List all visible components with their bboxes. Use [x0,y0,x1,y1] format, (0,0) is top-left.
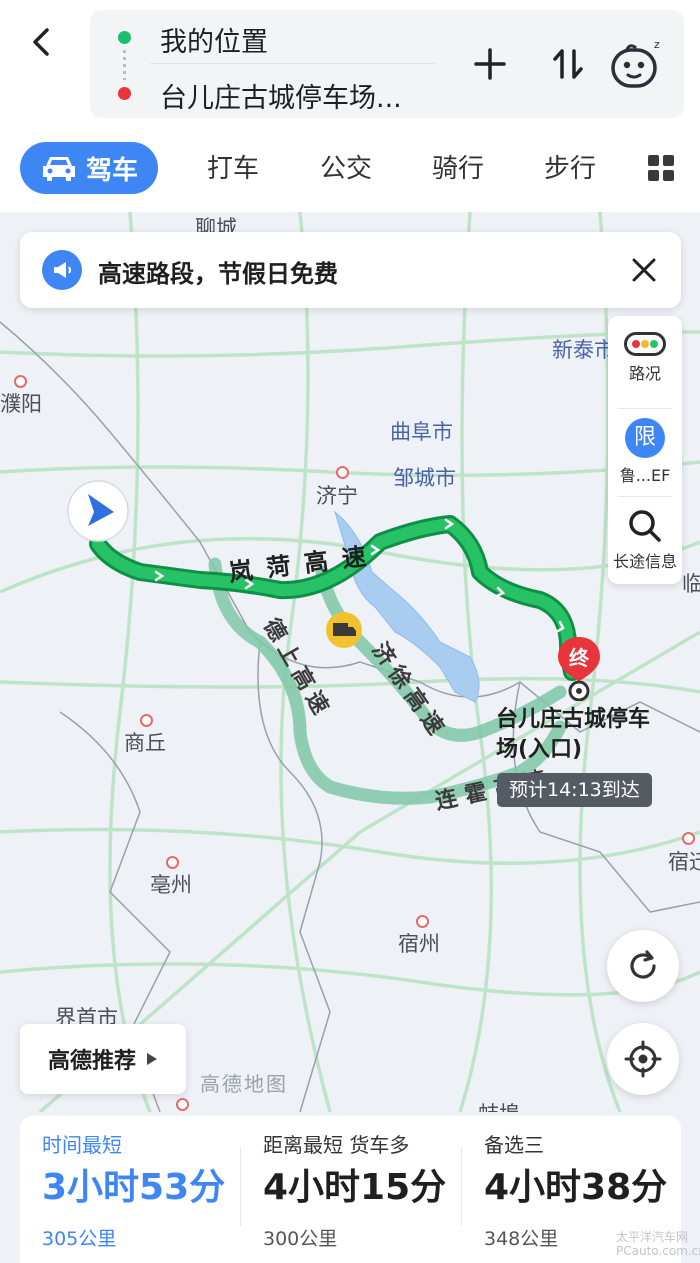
route-option-title: 备选三 [484,1133,544,1157]
city-dot [336,466,349,479]
play-triangle-icon [147,1053,157,1065]
map-label-xintai: 新泰市 [552,338,615,362]
car-icon [42,157,75,181]
restriction-badge-icon: 限 [625,418,665,458]
route-option-shortest[interactable]: 距离最短 货车多 4小时15分 300公里 [241,1116,461,1263]
map-side-toolbar: 路况 限 鲁...EF 长途信息 [608,316,682,584]
divider [618,408,672,409]
plus-icon [474,48,506,80]
long-distance-button[interactable]: 长途信息 [608,508,682,572]
route-option-distance: 348公里 [484,1228,559,1250]
map-label-suqian: 宿迁 [668,850,700,874]
city-dot [682,832,695,845]
end-dot-icon [118,87,131,100]
tab-taxi[interactable]: 打车 [207,148,259,185]
watermark-line: 太平洋汽车网 [616,1230,689,1244]
close-notice-button[interactable] [622,248,666,292]
route-option-time: 3小时53分 [42,1167,226,1208]
refresh-icon [630,950,656,979]
map-label-linyi: 临 [682,572,700,596]
route-option-distance: 300公里 [263,1228,338,1250]
refresh-button[interactable] [607,930,679,1002]
tab-cycling[interactable]: 骑行 [432,148,484,185]
recommend-label: 高德推荐 [47,1049,136,1074]
tab-drive[interactable]: 驾车 [20,142,158,194]
swap-button[interactable] [544,40,592,88]
amap-recommend-button[interactable]: 高德推荐 [20,1024,186,1094]
route-option-title: 时间最短 [42,1133,122,1157]
traffic-button[interactable]: 路况 [608,332,682,384]
swap-icon [553,49,583,79]
city-dot [166,856,179,869]
back-button[interactable] [18,18,66,66]
map-label-shangqiu: 商丘 [124,731,166,755]
notice-text: 高速路段，节假日免费 [98,260,338,288]
destination-marker[interactable]: 终 [556,635,602,705]
map-label-zoucheng: 邹城市 [393,466,456,490]
route-option-time: 4小时15分 [263,1167,447,1208]
city-dot [176,1098,189,1111]
map-label-bozhou: 亳州 [150,873,192,897]
more-modes-icon[interactable] [648,155,674,181]
traffic-light-icon [624,332,666,356]
route-option-fastest[interactable]: 时间最短 3小时53分 305公里 [20,1116,240,1263]
map-label-bengbu: 蚌埠 [478,1098,520,1112]
map-label-qufu: 曲阜市 [390,420,453,444]
end-badge: 终 [569,646,589,670]
tab-drive-label: 驾车 [85,155,138,186]
tab-transit[interactable]: 公交 [320,148,372,185]
route-option-distance: 305公里 [42,1228,117,1250]
restriction-button[interactable]: 限 鲁...EF [608,418,682,486]
megaphone-icon [42,250,82,290]
route-option-time: 4小时38分 [484,1167,668,1208]
locate-icon [624,1040,662,1078]
eta-badge: 预计14:13到达 [497,773,652,807]
restriction-label: 鲁...EF [619,466,671,485]
tab-walking[interactable]: 步行 [544,148,596,185]
destination-label: 台儿庄古城停车场(入口) [496,707,651,762]
svg-text:z: z [654,38,660,51]
city-dot [140,714,153,727]
back-arrow-icon [33,28,49,56]
route-connector [123,50,126,80]
start-dot-icon [118,31,131,44]
start-location-field[interactable]: 我的位置 [160,20,268,59]
map-label-puyang: 濮阳 [0,392,42,416]
amap-watermark: 高德地图 [200,1072,288,1096]
close-icon [632,258,656,282]
locate-button[interactable] [607,1023,679,1095]
robot-assistant-icon: z [611,38,660,88]
divider [618,496,672,497]
assistant-button[interactable]: z [606,34,666,94]
city-dot [416,915,429,928]
route-option-title: 距离最短 货车多 [263,1133,410,1157]
end-location-field[interactable]: 台儿庄古城停车场... [160,76,402,115]
map-label-jining: 济宁 [316,484,358,508]
search-icon [629,510,661,542]
add-waypoint-button[interactable] [466,40,514,88]
watermark-line: PCauto.com.cn [616,1244,700,1258]
city-dot [14,375,27,388]
traffic-label: 路况 [628,364,661,383]
map-label-suzhou: 宿州 [398,932,440,956]
long-distance-label: 长途信息 [612,552,677,571]
corner-watermark: 太平洋汽车网 PCauto.com.cn [616,1230,700,1258]
divider [150,63,435,64]
